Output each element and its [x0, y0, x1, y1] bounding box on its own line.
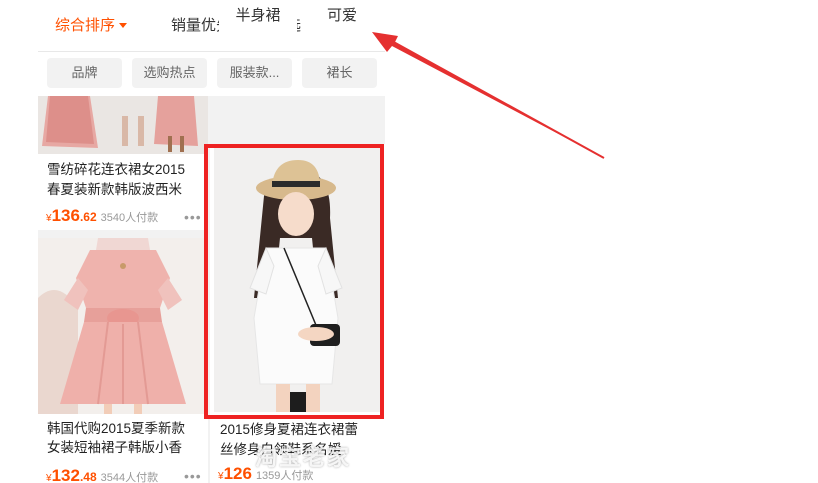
price-integer: 126: [223, 464, 252, 483]
product-title-line: 韩国代购2015夏季新款: [47, 421, 186, 436]
product-photo: [38, 96, 208, 154]
product-title-line: 雪纺碎花连衣裙女2015: [47, 162, 186, 177]
caret-down-icon: [119, 22, 128, 28]
recommend-chip[interactable]: 半身裙: [219, 0, 297, 40]
product-photo: [38, 238, 208, 414]
product-title-line: 春夏装新款韩版波西米: [47, 182, 182, 197]
tag-length[interactable]: 裙长: [302, 58, 377, 88]
product-title-line: 女装短袖裙子韩版小香: [47, 440, 182, 455]
tag-bar: 品牌 选购热点 服装款... 裙长: [38, 52, 385, 96]
product-price: ¥136.62 3540人付款: [46, 206, 158, 226]
more-icon[interactable]: •••: [184, 468, 202, 483]
price-decimal: .48: [79, 470, 97, 483]
product-card[interactable]: 韩国代购2015夏季新款 女装短袖裙子韩版小香 ¥132.48 3544人付款 •…: [38, 238, 208, 483]
more-icon[interactable]: •••: [184, 209, 202, 225]
sold-count: 3540人付款: [100, 212, 159, 224]
sold-count: 3544人付款: [100, 472, 159, 483]
tag-style[interactable]: 服装款...: [217, 58, 292, 88]
product-price: ¥132.48 3544人付款: [46, 466, 158, 483]
highlight-box: [204, 144, 384, 419]
sort-comprehensive-label: 综合排序: [55, 17, 116, 34]
recommend-chip[interactable]: 可爱: [303, 0, 381, 40]
product-card[interactable]: 雪纺碎花连衣裙女2015 春夏装新款韩版波西米 ¥136.62 3540人付款 •…: [38, 96, 208, 230]
tag-brand[interactable]: 品牌: [47, 58, 122, 88]
sort-comprehensive-button[interactable]: 综合排序: [55, 0, 128, 52]
product-title-line: 2015修身夏裙连衣裙蕾: [220, 422, 359, 437]
price-decimal: .62: [79, 210, 97, 224]
price-integer: 132: [51, 466, 80, 483]
watermark: 淘宝老家: [255, 445, 352, 470]
tag-hot-picks[interactable]: 选购热点: [132, 58, 207, 88]
price-integer: 136: [51, 206, 80, 225]
